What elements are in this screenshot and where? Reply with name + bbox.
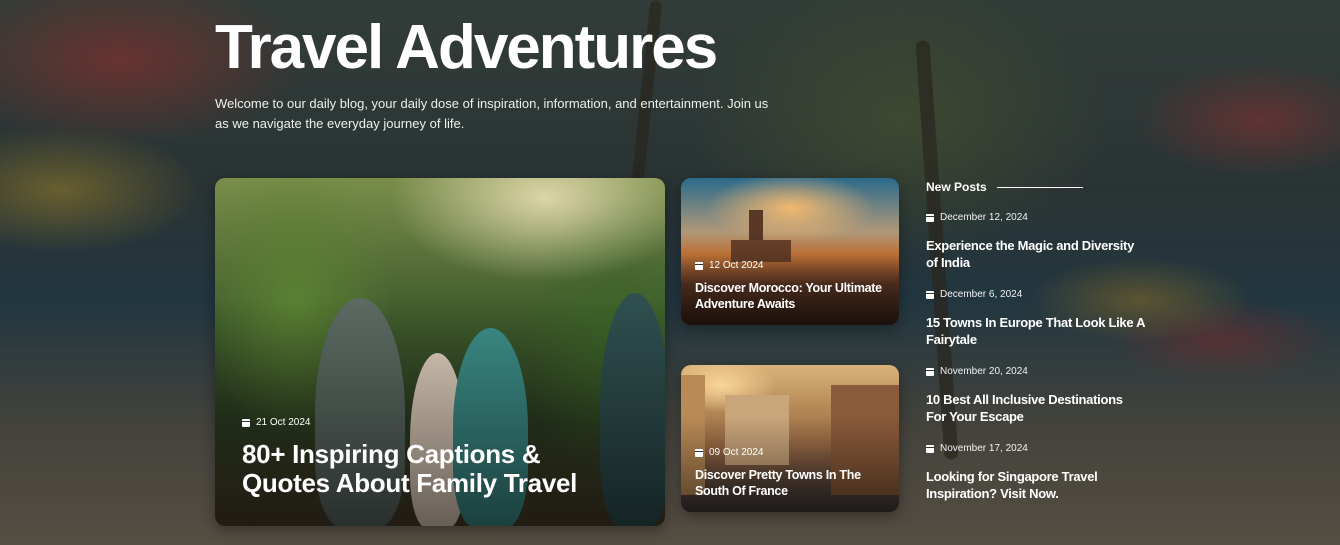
calendar-icon — [695, 261, 703, 270]
new-posts-sidebar: New Posts December 12, 2024 Experience t… — [926, 180, 1146, 502]
calendar-icon — [926, 213, 934, 222]
post-date: 12 Oct 2024 — [695, 260, 763, 271]
sidebar-post[interactable]: December 6, 2024 15 Towns In Europe That… — [926, 289, 1146, 348]
post-card[interactable]: 09 Oct 2024 Discover Pretty Towns In The… — [681, 365, 899, 512]
calendar-icon — [926, 367, 934, 376]
page-title: Travel Adventures — [215, 13, 718, 82]
calendar-icon — [926, 444, 934, 453]
post-date: December 12, 2024 — [926, 212, 1146, 223]
post-date: November 20, 2024 — [926, 366, 1146, 377]
sidebar-post-title[interactable]: Looking for Singapore Travel Inspiration… — [926, 468, 1146, 502]
post-date-text: November 20, 2024 — [940, 366, 1028, 377]
sidebar-post-title[interactable]: Experience the Magic and Diversity of In… — [926, 237, 1146, 271]
post-date-text: 21 Oct 2024 — [256, 417, 311, 428]
calendar-icon — [926, 290, 934, 299]
sidebar-post[interactable]: November 17, 2024 Looking for Singapore … — [926, 443, 1146, 502]
post-date-text: 12 Oct 2024 — [709, 260, 764, 271]
sidebar-heading-text: New Posts — [926, 180, 987, 194]
post-date: November 17, 2024 — [926, 443, 1146, 454]
post-date-text: November 17, 2024 — [940, 443, 1028, 454]
post-title[interactable]: Discover Morocco: Your Ultimate Adventur… — [695, 280, 885, 312]
site-description: Welcome to our daily blog, your daily do… — [215, 96, 769, 131]
sidebar-post-title[interactable]: 15 Towns In Europe That Look Like A Fair… — [926, 314, 1146, 348]
post-date-text: December 12, 2024 — [940, 212, 1028, 223]
post-date: 09 Oct 2024 — [695, 447, 763, 458]
hero-header: Travel Adventures Welcome to our daily b… — [215, 14, 775, 134]
heading-divider — [996, 186, 1083, 188]
calendar-icon — [242, 418, 250, 427]
sidebar-post[interactable]: December 12, 2024 Experience the Magic a… — [926, 212, 1146, 271]
post-title[interactable]: Discover Pretty Towns In The South Of Fr… — [695, 467, 885, 499]
featured-post-card[interactable]: 21 Oct 2024 80+ Inspiring Captions & Quo… — [215, 178, 665, 526]
sidebar-post[interactable]: November 20, 2024 10 Best All Inclusive … — [926, 366, 1146, 425]
calendar-icon — [695, 448, 703, 457]
sidebar-post-title[interactable]: 10 Best All Inclusive Destinations For Y… — [926, 391, 1146, 425]
post-card[interactable]: 12 Oct 2024 Discover Morocco: Your Ultim… — [681, 178, 899, 325]
featured-post-title[interactable]: 80+ Inspiring Captions & Quotes About Fa… — [242, 440, 622, 498]
post-date-text: December 6, 2024 — [940, 289, 1023, 300]
sidebar-heading: New Posts — [926, 180, 1146, 194]
post-date: December 6, 2024 — [926, 289, 1146, 300]
post-date: 21 Oct 2024 — [242, 417, 310, 428]
post-date-text: 09 Oct 2024 — [709, 447, 764, 458]
